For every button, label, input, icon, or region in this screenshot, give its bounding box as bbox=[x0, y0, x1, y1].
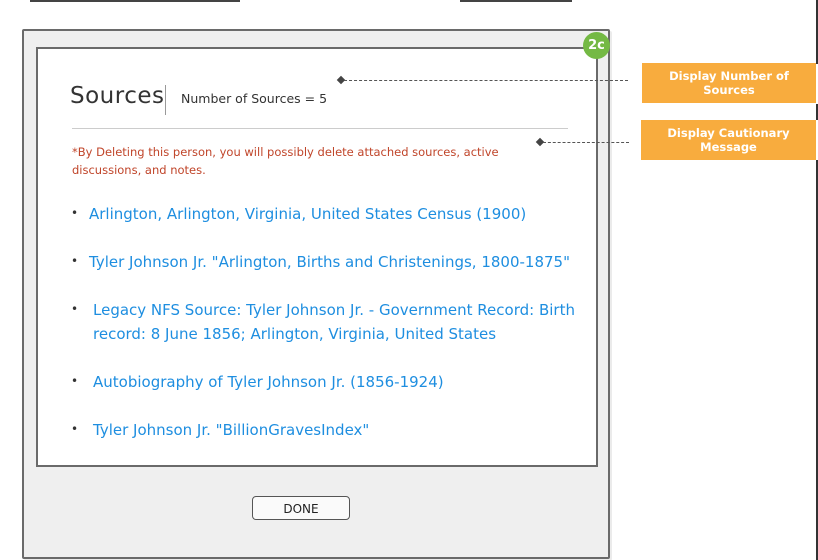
source-link[interactable]: Arlington, Arlington, Virginia, United S… bbox=[89, 202, 589, 226]
title-divider bbox=[165, 85, 166, 115]
source-link[interactable]: Tyler Johnson Jr. "Arlington, Births and… bbox=[89, 250, 589, 274]
sources-dialog: Sources Number of Sources = 5 *By Deleti… bbox=[22, 29, 610, 559]
done-button[interactable]: DONE bbox=[252, 496, 350, 520]
top-border-left bbox=[30, 0, 240, 2]
annotation-cautionary-message: Display Cautionary Message bbox=[641, 120, 816, 160]
callout-connector bbox=[543, 142, 629, 143]
sources-panel: Sources Number of Sources = 5 *By Deleti… bbox=[36, 47, 598, 467]
list-bullet: • bbox=[71, 422, 79, 436]
step-badge: 2c bbox=[583, 32, 610, 59]
source-link[interactable]: Autobiography of Tyler Johnson Jr. (1856… bbox=[93, 370, 573, 394]
source-link[interactable]: Tyler Johnson Jr. "BillionGravesIndex" bbox=[93, 418, 573, 442]
top-border-right bbox=[460, 0, 572, 2]
annotation-number-of-sources: Display Number of Sources bbox=[642, 63, 816, 103]
cautionary-message: *By Deleting this person, you will possi… bbox=[72, 145, 499, 177]
list-bullet: • bbox=[71, 206, 79, 220]
callout-connector bbox=[344, 80, 628, 81]
dialog-title: Sources bbox=[70, 83, 165, 109]
list-bullet: • bbox=[71, 302, 79, 316]
header-rule bbox=[72, 128, 568, 129]
list-bullet: • bbox=[71, 254, 79, 268]
list-bullet: • bbox=[71, 374, 79, 388]
source-link[interactable]: Legacy NFS Source: Tyler Johnson Jr. - G… bbox=[93, 298, 598, 346]
sources-count: Number of Sources = 5 bbox=[181, 91, 328, 106]
